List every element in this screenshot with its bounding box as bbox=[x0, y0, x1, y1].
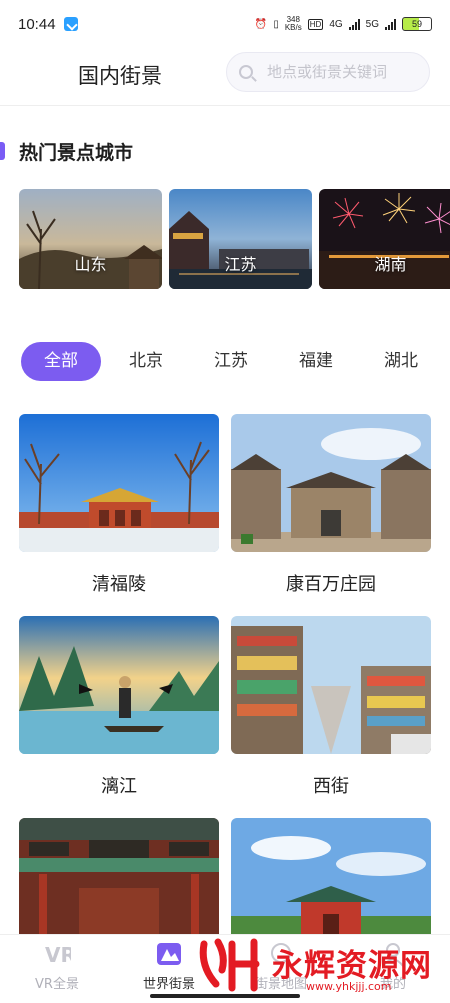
battery-icon: 59 bbox=[402, 17, 432, 31]
spot-image bbox=[19, 414, 219, 552]
spot-card-lijiang[interactable]: 漓江 bbox=[19, 616, 219, 798]
watermark: 永辉资源网 www.yhkjjj.com bbox=[196, 936, 440, 996]
svg-text:VR: VR bbox=[45, 943, 71, 967]
watermark-logo bbox=[199, 938, 260, 992]
nav-vr-panorama[interactable]: VR VR全景 bbox=[12, 941, 102, 992]
tab-jiangsu[interactable]: 江苏 bbox=[206, 342, 256, 381]
network-4g: 4G bbox=[329, 18, 343, 30]
signal-icon-2 bbox=[385, 18, 396, 30]
city-card-hunan[interactable]: 湖南 bbox=[319, 189, 450, 289]
watermark-url: www.yhkjjj.com bbox=[306, 980, 392, 993]
hot-cities-carousel[interactable]: 山东 江苏 湖南 bbox=[19, 189, 450, 289]
hd-badge: HD bbox=[307, 18, 324, 30]
spot-name: 清福陵 bbox=[92, 574, 146, 595]
world-street-icon bbox=[155, 941, 183, 967]
tab-all[interactable]: 全部 bbox=[21, 342, 101, 381]
tab-fujian[interactable]: 福建 bbox=[291, 342, 341, 381]
page-header: 国内街景 bbox=[0, 48, 450, 106]
status-icons: ⏰ ▯ 348 KB/s HD 4G 5G 59 bbox=[255, 16, 432, 32]
section-title: 热门景点城市 bbox=[19, 141, 134, 164]
tab-hubei[interactable]: 湖北 bbox=[376, 342, 426, 381]
network-5g: 5G bbox=[365, 18, 379, 30]
search-icon bbox=[239, 65, 253, 79]
hot-cities-heading: 热门景点城市 bbox=[0, 138, 133, 164]
search-input[interactable] bbox=[267, 63, 417, 81]
spot-name: 康百万庄园 bbox=[286, 574, 376, 595]
nav-label: VR全景 bbox=[35, 977, 79, 992]
tab-beijing[interactable]: 北京 bbox=[121, 342, 171, 381]
alarm-icon: ⏰ bbox=[254, 18, 268, 30]
spot-card-kangbaiwan[interactable]: 康百万庄园 bbox=[231, 414, 431, 596]
spot-name: 漓江 bbox=[101, 776, 137, 797]
spot-image bbox=[231, 616, 431, 754]
vibrate-icon: ▯ bbox=[273, 18, 279, 30]
notification-app-icon bbox=[63, 17, 78, 31]
signal-icon bbox=[348, 18, 360, 30]
city-label: 湖南 bbox=[374, 255, 407, 274]
vr-icon: VR bbox=[43, 941, 76, 967]
network-speed: 348 KB/s bbox=[284, 15, 302, 32]
spot-card-xijie[interactable]: 西街 bbox=[231, 616, 431, 798]
section-accent-bar bbox=[0, 142, 5, 160]
city-card-jiangsu[interactable]: 江苏 bbox=[169, 189, 312, 289]
spot-name: 西街 bbox=[313, 776, 349, 797]
status-time: 10:44 bbox=[18, 15, 56, 33]
city-label: 山东 bbox=[74, 255, 107, 274]
status-bar: 10:44 ⏰ ▯ 348 KB/s HD 4G 5G 59 bbox=[0, 0, 450, 48]
search-box[interactable] bbox=[226, 52, 430, 92]
spot-image bbox=[231, 414, 431, 552]
province-filter-tabs: 全部 北京 江苏 福建 湖北 bbox=[21, 342, 450, 382]
watermark-text: 永辉资源网 bbox=[272, 948, 432, 984]
spot-image bbox=[19, 616, 219, 754]
spot-card-qingfuling[interactable]: 清福陵 bbox=[19, 414, 219, 596]
city-label: 江苏 bbox=[224, 255, 257, 274]
city-card-shandong[interactable]: 山东 bbox=[19, 189, 162, 289]
page-title: 国内街景 bbox=[78, 64, 162, 88]
